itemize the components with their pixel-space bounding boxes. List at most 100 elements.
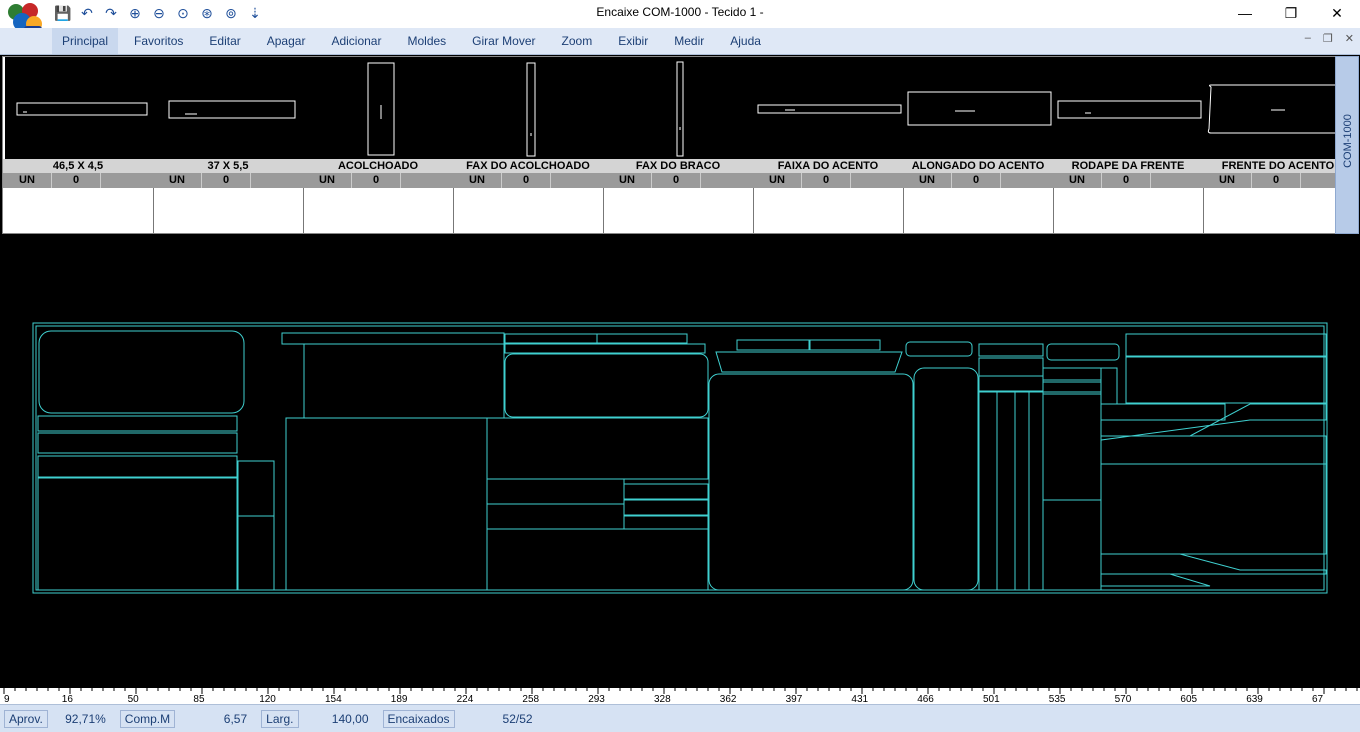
piece-quantity[interactable]: 0 xyxy=(202,173,251,188)
piece-thumbnail[interactable] xyxy=(1205,57,1336,159)
pattern-piece[interactable] xyxy=(1100,463,1327,555)
piece-thumbnail[interactable] xyxy=(1055,57,1205,159)
pattern-piece[interactable] xyxy=(1100,573,1211,587)
zoom-window-icon[interactable]: ⊛ xyxy=(196,4,218,22)
piece-cell[interactable]: 37 X 5,5 UN 0 xyxy=(153,57,305,233)
piece-cell[interactable]: RODAPE DA FRENTE UN 0 xyxy=(1053,57,1205,233)
pattern-piece[interactable] xyxy=(736,339,810,351)
piece-cell[interactable]: ALONGADO DO ACENTO UN 0 xyxy=(903,57,1055,233)
piece-quantity[interactable]: 0 xyxy=(802,173,851,188)
pattern-piece[interactable] xyxy=(1100,403,1226,421)
pattern-piece[interactable] xyxy=(486,478,625,505)
piece-cell[interactable]: 46,5 X 4,5 UN 0 xyxy=(3,57,155,233)
nesting-canvas[interactable] xyxy=(0,236,1360,688)
pattern-piece[interactable] xyxy=(504,343,706,354)
pattern-piece[interactable] xyxy=(486,528,709,591)
pattern-piece[interactable] xyxy=(504,333,598,344)
piece-quantity[interactable]: 0 xyxy=(1102,173,1151,188)
undo-icon[interactable]: ↶ xyxy=(76,4,98,22)
piece-quantity[interactable]: 0 xyxy=(52,173,101,188)
pattern-piece[interactable] xyxy=(708,373,914,591)
zoom-in-icon[interactable]: ⊕ xyxy=(124,4,146,22)
menu-tab-zoom[interactable]: Zoom xyxy=(552,28,603,54)
zoom-fit-icon[interactable]: ⊙ xyxy=(172,4,194,22)
piece-thumbnail[interactable] xyxy=(455,57,605,159)
pattern-piece[interactable] xyxy=(1100,367,1118,405)
pattern-piece[interactable] xyxy=(1042,367,1102,381)
pattern-piece[interactable] xyxy=(596,333,688,344)
pattern-piece[interactable] xyxy=(37,455,238,478)
pattern-piece[interactable] xyxy=(978,375,1044,392)
piece-cell[interactable]: FAX DO BRACO UN 0 xyxy=(603,57,755,233)
piece-quantity[interactable]: 0 xyxy=(502,173,551,188)
menu-tab-ajuda[interactable]: Ajuda xyxy=(720,28,771,54)
zoom-all-icon[interactable]: ⊚ xyxy=(220,4,242,22)
save-icon[interactable]: 💾 xyxy=(52,4,74,22)
pattern-piece[interactable] xyxy=(303,343,505,419)
piece-cell[interactable]: FAX DO ACOLCHOADO UN 0 xyxy=(453,57,605,233)
close-button[interactable]: ✕ xyxy=(1314,0,1360,26)
mdi-restore-button[interactable]: ❐ xyxy=(1323,32,1333,45)
pattern-piece[interactable] xyxy=(1100,403,1327,441)
piece-cell[interactable]: ACOLCHOADO UN 0 xyxy=(303,57,455,233)
pattern-piece[interactable] xyxy=(486,417,709,480)
menu-tab-moldes[interactable]: Moldes xyxy=(397,28,456,54)
menu-tab-apagar[interactable]: Apagar xyxy=(257,28,316,54)
pattern-piece[interactable] xyxy=(1014,391,1030,591)
piece-quantity[interactable]: 0 xyxy=(652,173,701,188)
pattern-piece[interactable] xyxy=(1100,435,1327,465)
pattern-piece[interactable] xyxy=(285,417,488,591)
pattern-piece[interactable] xyxy=(905,341,973,357)
pattern-piece[interactable] xyxy=(1042,381,1102,393)
pattern-piece[interactable] xyxy=(281,332,505,345)
pattern-piece[interactable] xyxy=(37,415,238,432)
pattern-piece[interactable] xyxy=(623,483,709,500)
pattern-piece[interactable] xyxy=(1042,499,1102,591)
pattern-piece[interactable] xyxy=(809,339,881,351)
menu-tab-exibir[interactable]: Exibir xyxy=(608,28,658,54)
pattern-piece[interactable] xyxy=(978,391,998,591)
pattern-piece[interactable] xyxy=(623,515,709,530)
piece-cell[interactable]: FRENTE DO ACENTO UN 0 xyxy=(1203,57,1336,233)
piece-quantity[interactable]: 0 xyxy=(352,173,401,188)
pattern-piece[interactable] xyxy=(486,503,625,530)
pattern-piece[interactable] xyxy=(37,432,238,454)
redo-icon[interactable]: ↷ xyxy=(100,4,122,22)
side-tab[interactable]: COM-1000 xyxy=(1335,56,1359,234)
piece-thumbnail[interactable] xyxy=(605,57,755,159)
pattern-piece[interactable] xyxy=(37,477,238,591)
pattern-piece[interactable] xyxy=(1125,333,1327,357)
zoom-out-icon[interactable]: ⊖ xyxy=(148,4,170,22)
pattern-piece[interactable] xyxy=(1028,391,1044,591)
pattern-piece[interactable] xyxy=(1100,553,1327,575)
menu-tab-editar[interactable]: Editar xyxy=(199,28,250,54)
menu-tab-principal[interactable]: Principal xyxy=(52,28,119,54)
pattern-piece[interactable] xyxy=(237,515,275,591)
piece-quantity[interactable]: 0 xyxy=(952,173,1001,188)
pattern-piece[interactable] xyxy=(978,343,1044,357)
mdi-close-button[interactable]: ✕ xyxy=(1345,32,1354,45)
pattern-piece[interactable] xyxy=(1046,343,1120,361)
pattern-piece[interactable] xyxy=(38,330,245,414)
minimize-button[interactable]: — xyxy=(1222,0,1268,26)
piece-quantity[interactable]: 0 xyxy=(1252,173,1301,188)
piece-cell[interactable]: FAIXA DO ACENTO UN 0 xyxy=(753,57,905,233)
menu-tab-medir[interactable]: Medir xyxy=(664,28,714,54)
piece-thumbnail[interactable] xyxy=(5,57,155,159)
customize-dropdown-icon[interactable]: ⇣ xyxy=(244,4,266,22)
pattern-piece[interactable] xyxy=(1042,393,1102,501)
piece-thumbnail[interactable] xyxy=(155,57,305,159)
pattern-piece[interactable] xyxy=(623,499,709,516)
menu-tab-girar-mover[interactable]: Girar Mover xyxy=(462,28,545,54)
pattern-piece[interactable] xyxy=(1125,356,1327,404)
menu-tab-adicionar[interactable]: Adicionar xyxy=(321,28,391,54)
pattern-piece[interactable] xyxy=(237,460,275,517)
pattern-piece[interactable] xyxy=(996,391,1016,591)
mdi-minimize-button[interactable]: – xyxy=(1305,32,1311,45)
pattern-piece[interactable] xyxy=(913,367,979,591)
pattern-piece[interactable] xyxy=(978,357,1044,377)
menu-tab-favoritos[interactable]: Favoritos xyxy=(124,28,193,54)
pattern-piece[interactable] xyxy=(715,351,903,373)
piece-thumbnail[interactable] xyxy=(305,57,455,159)
maximize-button[interactable]: ❐ xyxy=(1268,0,1314,26)
